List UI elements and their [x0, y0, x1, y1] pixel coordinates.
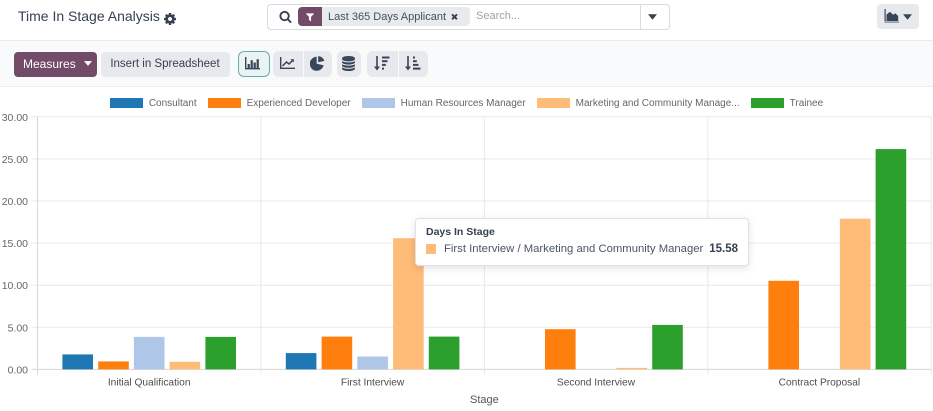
svg-text:Stage: Stage [470, 394, 499, 406]
svg-text:25.00: 25.00 [2, 154, 28, 166]
svg-text:Initial Qualification: Initial Qualification [108, 378, 191, 389]
svg-text:Contract Proposal: Contract Proposal [779, 378, 861, 389]
svg-text:10.00: 10.00 [2, 280, 28, 292]
svg-text:Second Interview: Second Interview [557, 378, 636, 389]
svg-text:5.00: 5.00 [8, 322, 29, 334]
svg-text:0.00: 0.00 [8, 364, 29, 376]
svg-text:30.00: 30.00 [2, 112, 28, 124]
svg-text:20.00: 20.00 [2, 196, 28, 208]
svg-text:15.00: 15.00 [2, 238, 28, 250]
svg-text:First Interview: First Interview [341, 378, 405, 389]
